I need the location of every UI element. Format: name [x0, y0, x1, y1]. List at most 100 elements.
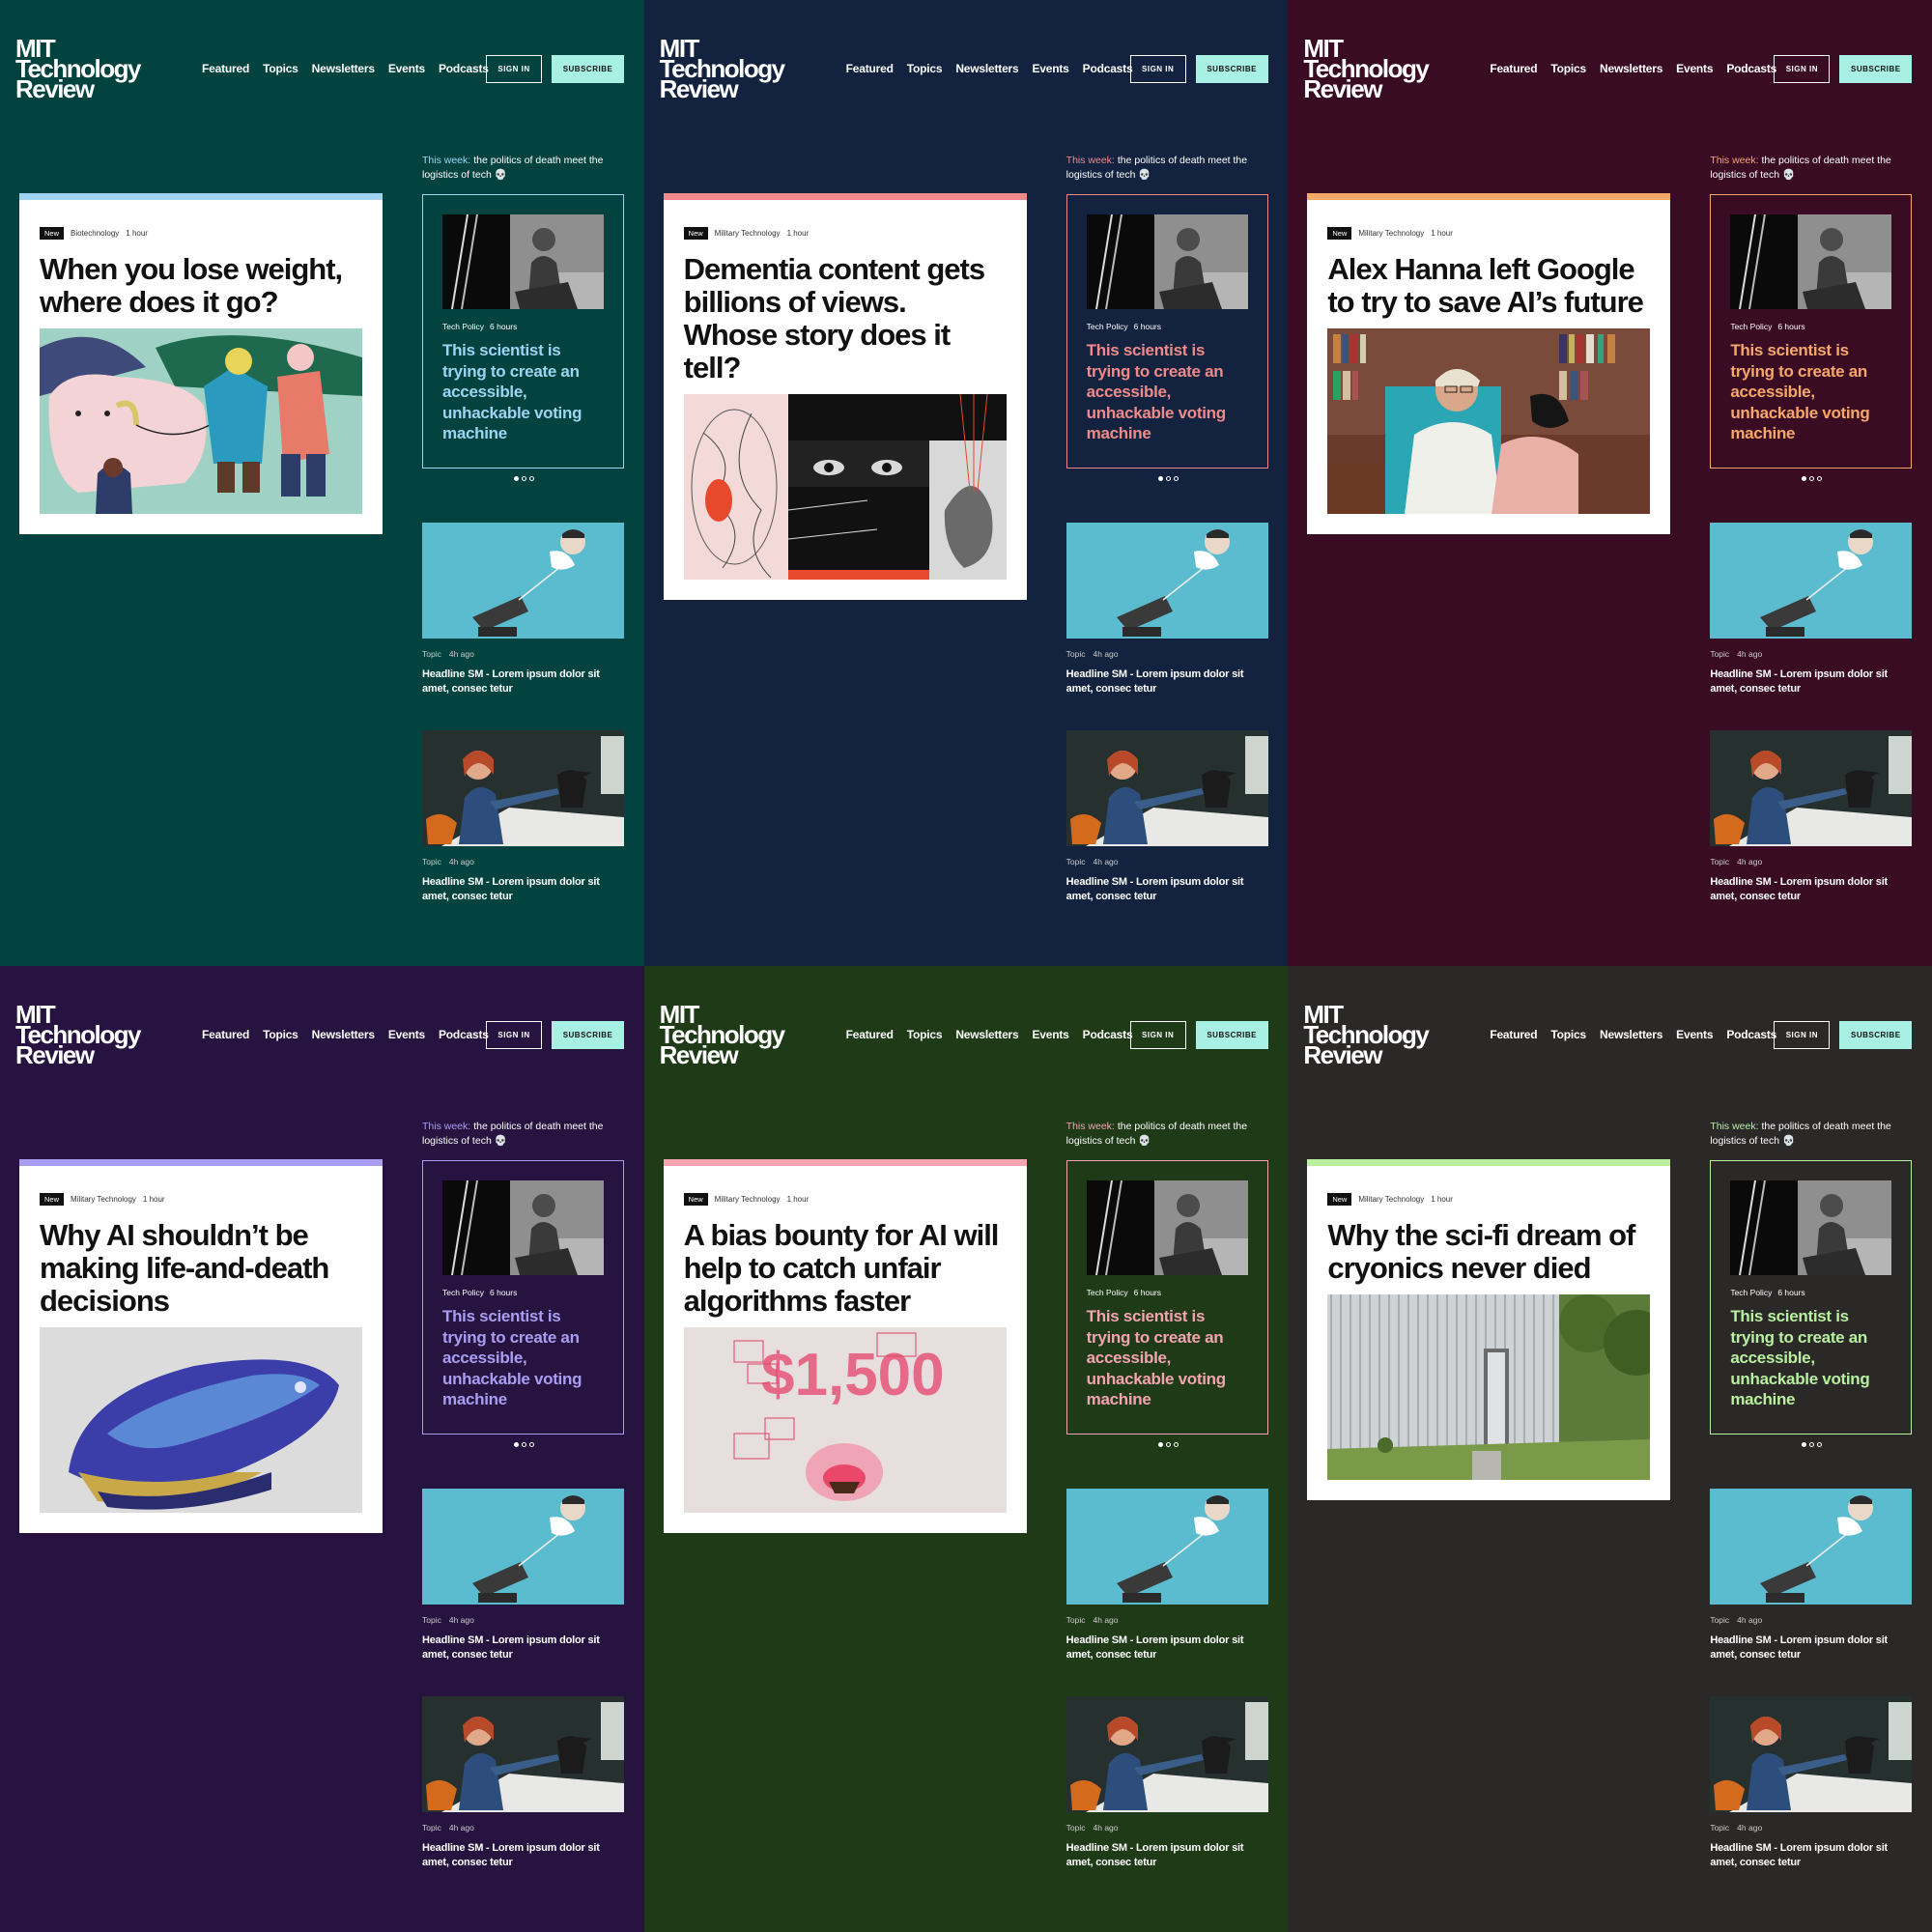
story-headline[interactable]: Headline SM - Lorem ipsum dolor sit amet… — [1066, 1634, 1268, 1662]
side-card-category[interactable]: Tech Policy — [442, 1288, 484, 1297]
side-card-headline[interactable]: This scientist is trying to create an ac… — [442, 1306, 607, 1410]
hero-image-portrait-bookshelf[interactable] — [1327, 328, 1651, 514]
story-headline[interactable]: Headline SM - Lorem ipsum dolor sit amet… — [1066, 668, 1268, 696]
hero-category[interactable]: Military Technology — [1358, 229, 1424, 238]
nav-featured[interactable]: Featured — [1490, 1028, 1537, 1041]
story-card-2[interactable]: Topic 4h ago Headline SM - Lorem ipsum d… — [1065, 1696, 1268, 1870]
nav-podcasts[interactable]: Podcasts — [1083, 1028, 1133, 1041]
hero-headline[interactable]: Dementia content gets billions of views.… — [684, 253, 1007, 384]
carousel-dot-3[interactable] — [1817, 476, 1823, 481]
nav-newsletters[interactable]: Newsletters — [1600, 62, 1662, 75]
subscribe-button[interactable]: SUBSCRIBE — [1839, 55, 1913, 83]
story-headline[interactable]: Headline SM - Lorem ipsum dolor sit amet… — [1710, 668, 1912, 696]
story-headline[interactable]: Headline SM - Lorem ipsum dolor sit amet… — [1710, 1634, 1912, 1662]
featured-side-card[interactable]: Tech Policy 6 hours This scientist is tr… — [1710, 1160, 1913, 1435]
carousel-dot-2[interactable] — [522, 1442, 526, 1447]
mit-technology-review-logo[interactable]: MIT Technology Review — [660, 36, 795, 101]
story-card-1[interactable]: Topic 4h ago Headline SM - Lorem ipsum d… — [1065, 1489, 1268, 1662]
carousel-dot-3[interactable] — [529, 1442, 534, 1447]
nav-newsletters[interactable]: Newsletters — [1600, 1028, 1662, 1041]
subscribe-button[interactable]: SUBSCRIBE — [1195, 1021, 1268, 1049]
story-card-2[interactable]: Topic 4h ago Headline SM - Lorem ipsum d… — [422, 730, 624, 904]
story-card-2[interactable]: Topic 4h ago Headline SM - Lorem ipsum d… — [422, 1696, 624, 1870]
nav-featured[interactable]: Featured — [846, 1028, 894, 1041]
featured-side-card[interactable]: Tech Policy 6 hours This scientist is tr… — [1065, 194, 1268, 469]
mit-technology-review-logo[interactable]: MIT Technology Review — [15, 36, 151, 101]
carousel-dot-1[interactable] — [1802, 1442, 1807, 1447]
carousel-dots[interactable] — [1157, 1442, 1179, 1447]
nav-events[interactable]: Events — [1676, 1028, 1713, 1041]
this-week-note[interactable]: This week: the politics of death meet the… — [422, 1120, 635, 1149]
story-topic[interactable]: Topic — [1710, 649, 1729, 659]
sign-in-button[interactable]: SIGN IN — [1774, 55, 1831, 83]
side-card-headline[interactable]: This scientist is trying to create an ac… — [1730, 340, 1894, 444]
carousel-dots[interactable] — [1802, 1442, 1823, 1447]
nav-newsletters[interactable]: Newsletters — [955, 62, 1018, 75]
nav-podcasts[interactable]: Podcasts — [1726, 1028, 1776, 1041]
nav-events[interactable]: Events — [1676, 62, 1713, 75]
carousel-dots[interactable] — [1157, 476, 1179, 481]
hero-article-card[interactable]: New Military Technology 1 hour A bias bo… — [663, 1159, 1027, 1533]
nav-topics[interactable]: Topics — [907, 1028, 943, 1041]
subscribe-button[interactable]: SUBSCRIBE — [1195, 55, 1268, 83]
carousel-dot-1[interactable] — [1802, 476, 1807, 481]
side-card-category[interactable]: Tech Policy — [1730, 1288, 1772, 1297]
nav-topics[interactable]: Topics — [1550, 1028, 1586, 1041]
nav-topics[interactable]: Topics — [907, 62, 943, 75]
story-headline[interactable]: Headline SM - Lorem ipsum dolor sit amet… — [1710, 1841, 1912, 1870]
carousel-dot-3[interactable] — [529, 476, 534, 481]
hero-headline[interactable]: Why the sci-fi dream of cryonics never d… — [1327, 1219, 1650, 1285]
hero-image-brain-collage[interactable] — [683, 394, 1007, 580]
carousel-dots[interactable] — [514, 476, 534, 481]
nav-events[interactable]: Events — [1033, 1028, 1069, 1041]
carousel-dot-1[interactable] — [1157, 476, 1163, 481]
featured-side-card[interactable]: Tech Policy 6 hours This scientist is tr… — [422, 1160, 624, 1435]
subscribe-button[interactable]: SUBSCRIBE — [552, 1021, 624, 1049]
nav-events[interactable]: Events — [388, 62, 425, 75]
story-card-2[interactable]: Topic 4h ago Headline SM - Lorem ipsum d… — [1710, 1696, 1913, 1870]
side-card-category[interactable]: Tech Policy — [442, 322, 484, 331]
carousel-dot-3[interactable] — [1173, 1442, 1179, 1447]
nav-events[interactable]: Events — [388, 1028, 425, 1041]
carousel-dot-3[interactable] — [1173, 476, 1179, 481]
subscribe-button[interactable]: SUBSCRIBE — [552, 55, 624, 83]
carousel-dot-2[interactable] — [1165, 1442, 1171, 1447]
carousel-dot-2[interactable] — [522, 476, 526, 481]
carousel-dot-2[interactable] — [1165, 476, 1171, 481]
featured-side-card[interactable]: Tech Policy 6 hours This scientist is tr… — [1710, 194, 1913, 469]
hero-category[interactable]: Biotechnology — [71, 229, 119, 238]
story-headline[interactable]: Headline SM - Lorem ipsum dolor sit amet… — [1066, 1841, 1268, 1870]
story-headline[interactable]: Headline SM - Lorem ipsum dolor sit amet… — [1066, 875, 1268, 904]
story-headline[interactable]: Headline SM - Lorem ipsum dolor sit amet… — [422, 668, 624, 696]
hero-article-card[interactable]: New Military Technology 1 hour Why the s… — [1307, 1159, 1671, 1500]
side-card-headline[interactable]: This scientist is trying to create an ac… — [442, 340, 607, 444]
story-card-1[interactable]: Topic 4h ago Headline SM - Lorem ipsum d… — [1065, 523, 1268, 696]
story-card-1[interactable]: Topic 4h ago Headline SM - Lorem ipsum d… — [422, 1489, 624, 1662]
sign-in-button[interactable]: SIGN IN — [1129, 1021, 1186, 1049]
story-topic[interactable]: Topic — [1066, 1615, 1086, 1625]
hero-headline[interactable]: A bias bounty for AI will help to catch … — [684, 1219, 1007, 1318]
nav-featured[interactable]: Featured — [202, 62, 249, 75]
hero-image-illustration-bear-walk[interactable] — [40, 328, 362, 514]
this-week-note[interactable]: This week: the politics of death meet the… — [422, 154, 635, 183]
nav-podcasts[interactable]: Podcasts — [439, 62, 489, 75]
sign-in-button[interactable]: SIGN IN — [1774, 1021, 1831, 1049]
story-card-2[interactable]: Topic 4h ago Headline SM - Lorem ipsum d… — [1710, 730, 1913, 904]
nav-topics[interactable]: Topics — [263, 62, 298, 75]
story-topic[interactable]: Topic — [1066, 857, 1086, 867]
mit-technology-review-logo[interactable]: MIT Technology Review — [15, 1002, 151, 1067]
story-headline[interactable]: Headline SM - Lorem ipsum dolor sit amet… — [1710, 875, 1912, 904]
story-card-1[interactable]: Topic 4h ago Headline SM - Lorem ipsum d… — [1710, 1489, 1913, 1662]
sign-in-button[interactable]: SIGN IN — [486, 55, 542, 83]
hero-headline[interactable]: When you lose weight, where does it go? — [40, 253, 362, 319]
hero-category[interactable]: Military Technology — [71, 1195, 136, 1204]
hero-article-card[interactable]: New Military Technology 1 hour Alex Hann… — [1307, 193, 1671, 534]
side-card-headline[interactable]: This scientist is trying to create an ac… — [1087, 340, 1251, 444]
carousel-dots[interactable] — [1802, 476, 1823, 481]
hero-category[interactable]: Military Technology — [1358, 1195, 1424, 1204]
featured-side-card[interactable]: Tech Policy 6 hours This scientist is tr… — [422, 194, 624, 469]
story-topic[interactable]: Topic — [422, 1823, 441, 1833]
nav-featured[interactable]: Featured — [1490, 62, 1537, 75]
carousel-dot-1[interactable] — [514, 476, 519, 481]
this-week-note[interactable]: This week: the politics of death meet the… — [1066, 1120, 1279, 1149]
